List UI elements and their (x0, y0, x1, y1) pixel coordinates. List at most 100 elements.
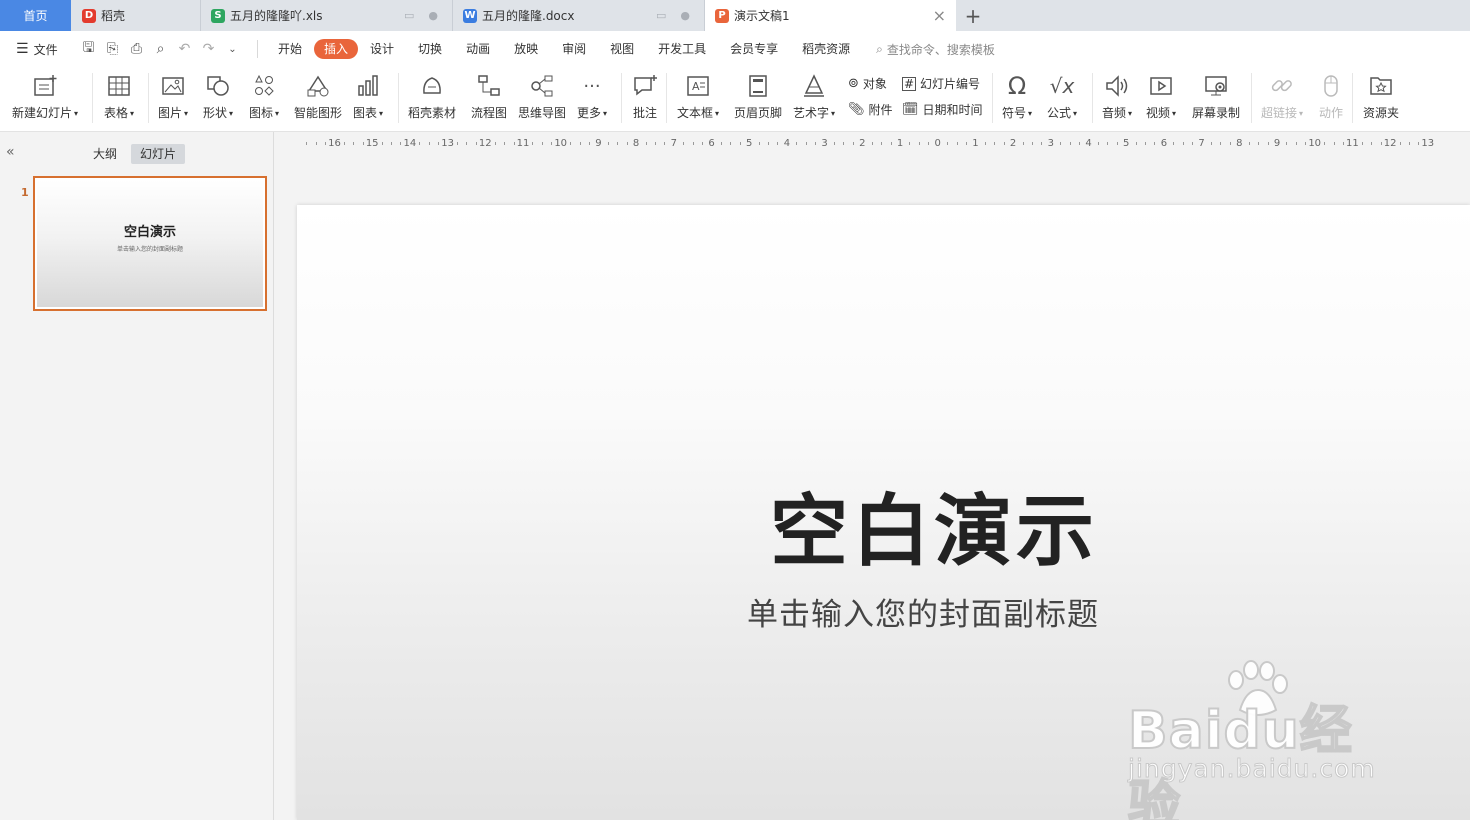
ruler-minor-tick (457, 142, 459, 145)
ruler-minor-tick (768, 142, 770, 145)
ruler-tick-label: 8 (1236, 138, 1243, 149)
ruler-minor-tick (871, 142, 873, 145)
ruler-tick-label: 13 (441, 138, 454, 149)
object-button[interactable]: ⊚ 对象 (848, 75, 887, 92)
wordart-icon (801, 71, 827, 101)
ruler-tick-label: 2 (859, 138, 866, 149)
ruler-minor-tick (466, 142, 468, 145)
video-button[interactable]: 视频 ▾ (1146, 71, 1176, 121)
textbox-button[interactable]: A 文本框 ▾ (677, 71, 719, 121)
tab-outline[interactable]: 大纲 (84, 144, 126, 164)
tab-home[interactable]: 首页 (0, 0, 71, 31)
redo-icon[interactable]: ↷ (200, 41, 217, 57)
screen-record-button[interactable]: 屏幕录制 (1192, 71, 1240, 121)
comment-button[interactable]: 批注 (632, 71, 658, 121)
ruler-minor-tick (1003, 142, 1005, 145)
tab-docer[interactable]: D 稻壳 (72, 0, 200, 31)
menu-animation[interactable]: 动画 (454, 39, 502, 59)
slide-number: 1 (21, 186, 29, 199)
resource-folder-button[interactable]: 资源夹 (1363, 71, 1399, 121)
symbol-button[interactable]: Ω 符号 ▾ (1002, 71, 1032, 121)
tab-ppt[interactable]: P 演示文稿1 × (704, 0, 956, 31)
ruler-tick-label: 10 (1308, 138, 1322, 149)
menu-developer[interactable]: 开发工具 (646, 39, 718, 59)
monitor-icon[interactable]: ▭ (404, 9, 414, 22)
ruler-minor-tick (730, 142, 732, 145)
more-button[interactable]: ··· 更多 ▾ (577, 71, 607, 121)
menu-view[interactable]: 视图 (598, 39, 646, 59)
ruler-minor-tick (1418, 142, 1420, 145)
ruler-minor-tick (325, 142, 327, 145)
ruler-tick-label: 7 (670, 138, 677, 149)
ribbon-separator (148, 73, 149, 123)
ruler-tick-label: 15 (365, 138, 379, 149)
undo-icon[interactable]: ↶ (176, 41, 193, 57)
ruler-tick-label: 5 (746, 138, 753, 149)
formula-button[interactable]: √x 公式 ▾ (1047, 71, 1077, 121)
slide-title[interactable]: 空白演示 (770, 469, 1098, 581)
smartart-button[interactable]: 智能图形 (294, 71, 342, 121)
print-icon[interactable]: ⎙ (128, 41, 145, 57)
command-search[interactable]: ⌕ 查找命令、搜索模板 (876, 41, 995, 58)
chart-button[interactable]: 图表 ▾ (353, 71, 383, 121)
ruler-minor-tick (626, 142, 628, 145)
menu-slideshow[interactable]: 放映 (502, 39, 550, 59)
menu-review[interactable]: 审阅 (550, 39, 598, 59)
monitor-icon[interactable]: ▭ (656, 9, 666, 22)
tab-docx[interactable]: W 五月的隆隆.docx ▭ ● (452, 0, 704, 31)
ruler-minor-tick (1220, 142, 1222, 145)
slide-subtitle-placeholder[interactable]: 单击输入您的封面副标题 (747, 589, 1099, 634)
icon-button[interactable]: 图标 ▾ (249, 71, 279, 121)
save-icon[interactable]: 🖫 (80, 37, 97, 61)
audio-button[interactable]: 音频 ▾ (1102, 71, 1132, 121)
file-menu-button[interactable]: ☰ 文件 (0, 41, 72, 58)
ruler-minor-tick (1248, 142, 1250, 145)
datetime-button[interactable]: 🗓︎ 日期和时间 (902, 101, 983, 118)
ribbon-separator (398, 73, 399, 123)
table-button[interactable]: 表格 ▾ (104, 71, 134, 121)
close-icon[interactable]: × (933, 6, 946, 25)
slides-panel: « 大纲 幻灯片 1 空白演示 单击输入您的封面副标题 (0, 132, 274, 820)
hyperlink-button[interactable]: 超链接 ▾ (1261, 71, 1303, 121)
new-tab-button[interactable]: + (956, 0, 990, 31)
quick-access-toolbar: 🖫 ⎘ ⎙ ⌕ ↶ ↷ ⌄ (72, 37, 249, 61)
action-button[interactable]: 动作 (1318, 71, 1344, 121)
star-folder-icon (1368, 71, 1394, 101)
tab-xls[interactable]: S 五月的隆隆吖.xls ▭ ● (200, 0, 452, 31)
ruler-minor-tick (834, 142, 836, 145)
speaker-icon (1104, 71, 1130, 101)
slide-thumbnail[interactable]: 空白演示 单击输入您的封面副标题 (33, 176, 267, 311)
flowchart-button[interactable]: 流程图 (471, 71, 507, 121)
ruler-minor-tick (645, 142, 647, 145)
ruler-minor-tick (541, 142, 543, 145)
ruler-minor-tick (1060, 142, 1062, 145)
attachment-button[interactable]: 📎︎ 附件 (848, 101, 893, 118)
docer-material-button[interactable]: 稻壳素材 (408, 71, 456, 121)
menu-transition[interactable]: 切换 (406, 39, 454, 59)
menu-member[interactable]: 会员专享 (718, 39, 790, 59)
ruler-tick-label: 3 (821, 138, 828, 149)
mindmap-button[interactable]: 思维导图 (518, 71, 566, 121)
baidu-watermark: Baidu经验 jingyan.baidu.com (1127, 660, 1398, 820)
customize-chevron-icon[interactable]: ⌄ (224, 44, 241, 55)
menu-home[interactable]: 开始 (266, 39, 314, 59)
menu-docer-resources[interactable]: 稻壳资源 (790, 39, 862, 59)
menu-design[interactable]: 设计 (358, 39, 406, 59)
ruler-minor-tick (1371, 142, 1373, 145)
preview-icon[interactable]: ⌕ (152, 41, 169, 57)
menu-insert[interactable]: 插入 (314, 39, 359, 59)
ruler-minor-tick (1267, 142, 1269, 145)
header-footer-button[interactable]: 页眉页脚 (734, 71, 782, 121)
tab-slides[interactable]: 幻灯片 (131, 144, 186, 164)
ruler-tick-label: 16 (328, 138, 341, 149)
slide-number-button[interactable]: # 幻灯片编号 (902, 75, 980, 92)
picture-button[interactable]: 图片 ▾ (158, 71, 188, 121)
ruler-minor-tick (1069, 142, 1071, 145)
shape-button[interactable]: 形状 ▾ (203, 71, 233, 121)
new-slide-button[interactable]: 新建幻灯片 ▾ (12, 71, 78, 121)
wordart-button[interactable]: 艺术字 ▾ (793, 71, 835, 121)
calendar-icon: 🗓︎ (902, 102, 919, 117)
export-icon[interactable]: ⎘ (104, 41, 121, 57)
picture-icon (160, 71, 186, 101)
collapse-panel-icon[interactable]: « (6, 144, 15, 160)
